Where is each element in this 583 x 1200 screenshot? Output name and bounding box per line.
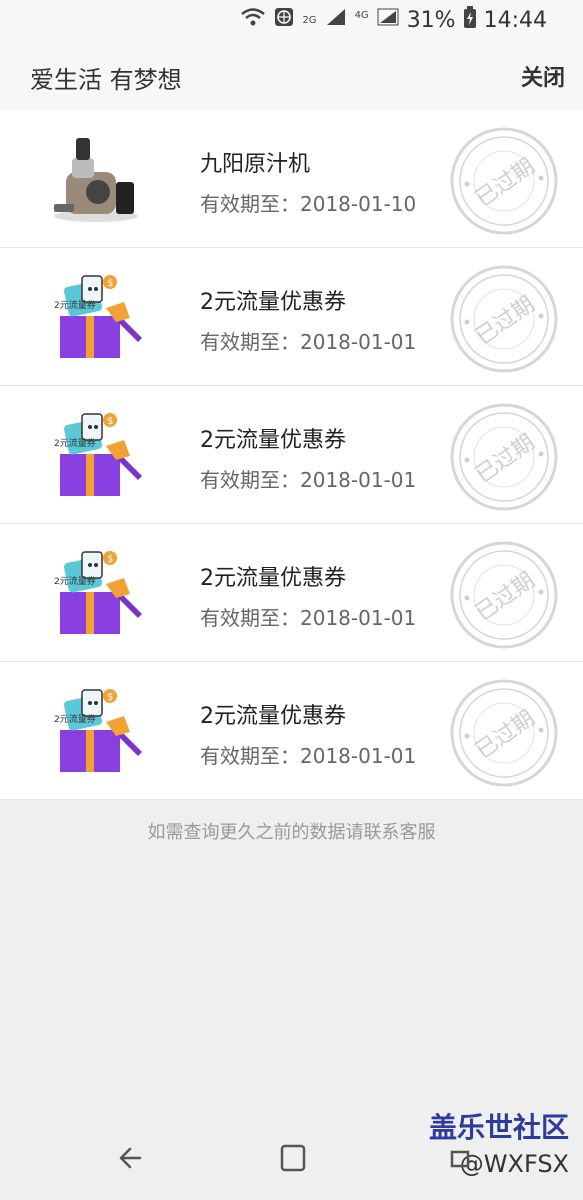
coupon-expiry-date: 有效期至：2018-01-01 (200, 330, 417, 354)
network-2g-label: 2G (302, 14, 317, 26)
gift-box-image: $ 2元流量券 (46, 686, 146, 776)
battery-icon (463, 6, 476, 34)
expired-stamp: 已过期 (449, 264, 559, 374)
coupon-title: 2元流量优惠券 (200, 428, 346, 453)
expired-stamp: 已过期 (449, 678, 559, 788)
coupon-title: 2元流量优惠券 (200, 566, 346, 591)
coupon-item[interactable]: 九阳原汁机有效期至：2018-01-10 已过期 (0, 110, 583, 248)
stamp-text: 已过期 (471, 430, 539, 488)
coupon-title: 2元流量优惠券 (200, 704, 346, 729)
coupon-title: 九阳原汁机 (200, 152, 311, 177)
wifi-icon (240, 7, 266, 33)
globe-icon (274, 7, 294, 33)
coupon-item[interactable]: $ 2元流量券 2元流量优惠券有效期至：2018-01-01 已过期 (0, 662, 583, 800)
coupon-expiry-date: 有效期至：2018-01-10 (200, 192, 417, 216)
stamp-text: 已过期 (471, 292, 539, 350)
coupon-title: 2元流量优惠券 (200, 290, 346, 315)
network-type-label: 4G (354, 9, 369, 21)
close-button[interactable]: 关闭 (521, 60, 565, 92)
status-icons: 2G 4G 31% 14:44 (240, 6, 547, 34)
home-icon[interactable] (272, 1138, 312, 1178)
gift-box-label: 2元流量券 (54, 299, 96, 311)
signal-icon-2 (377, 7, 399, 33)
coupon-item[interactable]: $ 2元流量券 2元流量优惠券有效期至：2018-01-01 已过期 (0, 248, 583, 386)
footer-note: 如需查询更久之前的数据请联系客服 (147, 822, 436, 843)
expired-stamp: 已过期 (449, 402, 559, 512)
expired-stamp: 已过期 (449, 126, 559, 236)
svg-text:$: $ (107, 554, 113, 565)
status-bar: 2G 4G 31% 14:44 (0, 0, 583, 40)
app-header: 爱生活 有梦想 关闭 (0, 40, 583, 110)
coupon-item[interactable]: $ 2元流量券 2元流量优惠券有效期至：2018-01-01 已过期 (0, 386, 583, 524)
stamp-text: 已过期 (471, 154, 539, 212)
juicer-product-image (46, 134, 146, 224)
gift-box-image: $ 2元流量券 (46, 410, 146, 500)
coupon-item[interactable]: $ 2元流量券 2元流量优惠券有效期至：2018-01-01 已过期 (0, 524, 583, 662)
gift-box-image: $ 2元流量券 (46, 272, 146, 362)
coupon-expiry-date: 有效期至：2018-01-01 (200, 606, 417, 630)
svg-text:$: $ (107, 416, 113, 427)
page-title: 爱生活 有梦想 (30, 66, 182, 94)
battery-percent: 31% (406, 7, 456, 33)
coupon-expiry-date: 有效期至：2018-01-01 (200, 744, 417, 768)
coupon-list: 九阳原汁机有效期至：2018-01-10 已过期 $ 2元流量券 2元流量优惠 (0, 110, 583, 800)
coupon-expiry-date: 有效期至：2018-01-01 (200, 468, 417, 492)
stamp-text: 已过期 (471, 706, 539, 764)
svg-text:$: $ (107, 278, 113, 289)
recent-apps-icon[interactable] (440, 1138, 480, 1178)
svg-text:$: $ (107, 692, 113, 703)
gift-box-label: 2元流量券 (54, 437, 96, 449)
navigation-bar (0, 1120, 583, 1200)
expired-stamp: 已过期 (449, 540, 559, 650)
gift-box-image: $ 2元流量券 (46, 548, 146, 638)
gift-box-label: 2元流量券 (54, 575, 96, 587)
back-icon[interactable] (112, 1138, 152, 1178)
stamp-text: 已过期 (471, 568, 539, 626)
clock-time: 14:44 (483, 7, 547, 33)
gift-box-label: 2元流量券 (54, 713, 96, 725)
signal-icon (325, 7, 347, 33)
